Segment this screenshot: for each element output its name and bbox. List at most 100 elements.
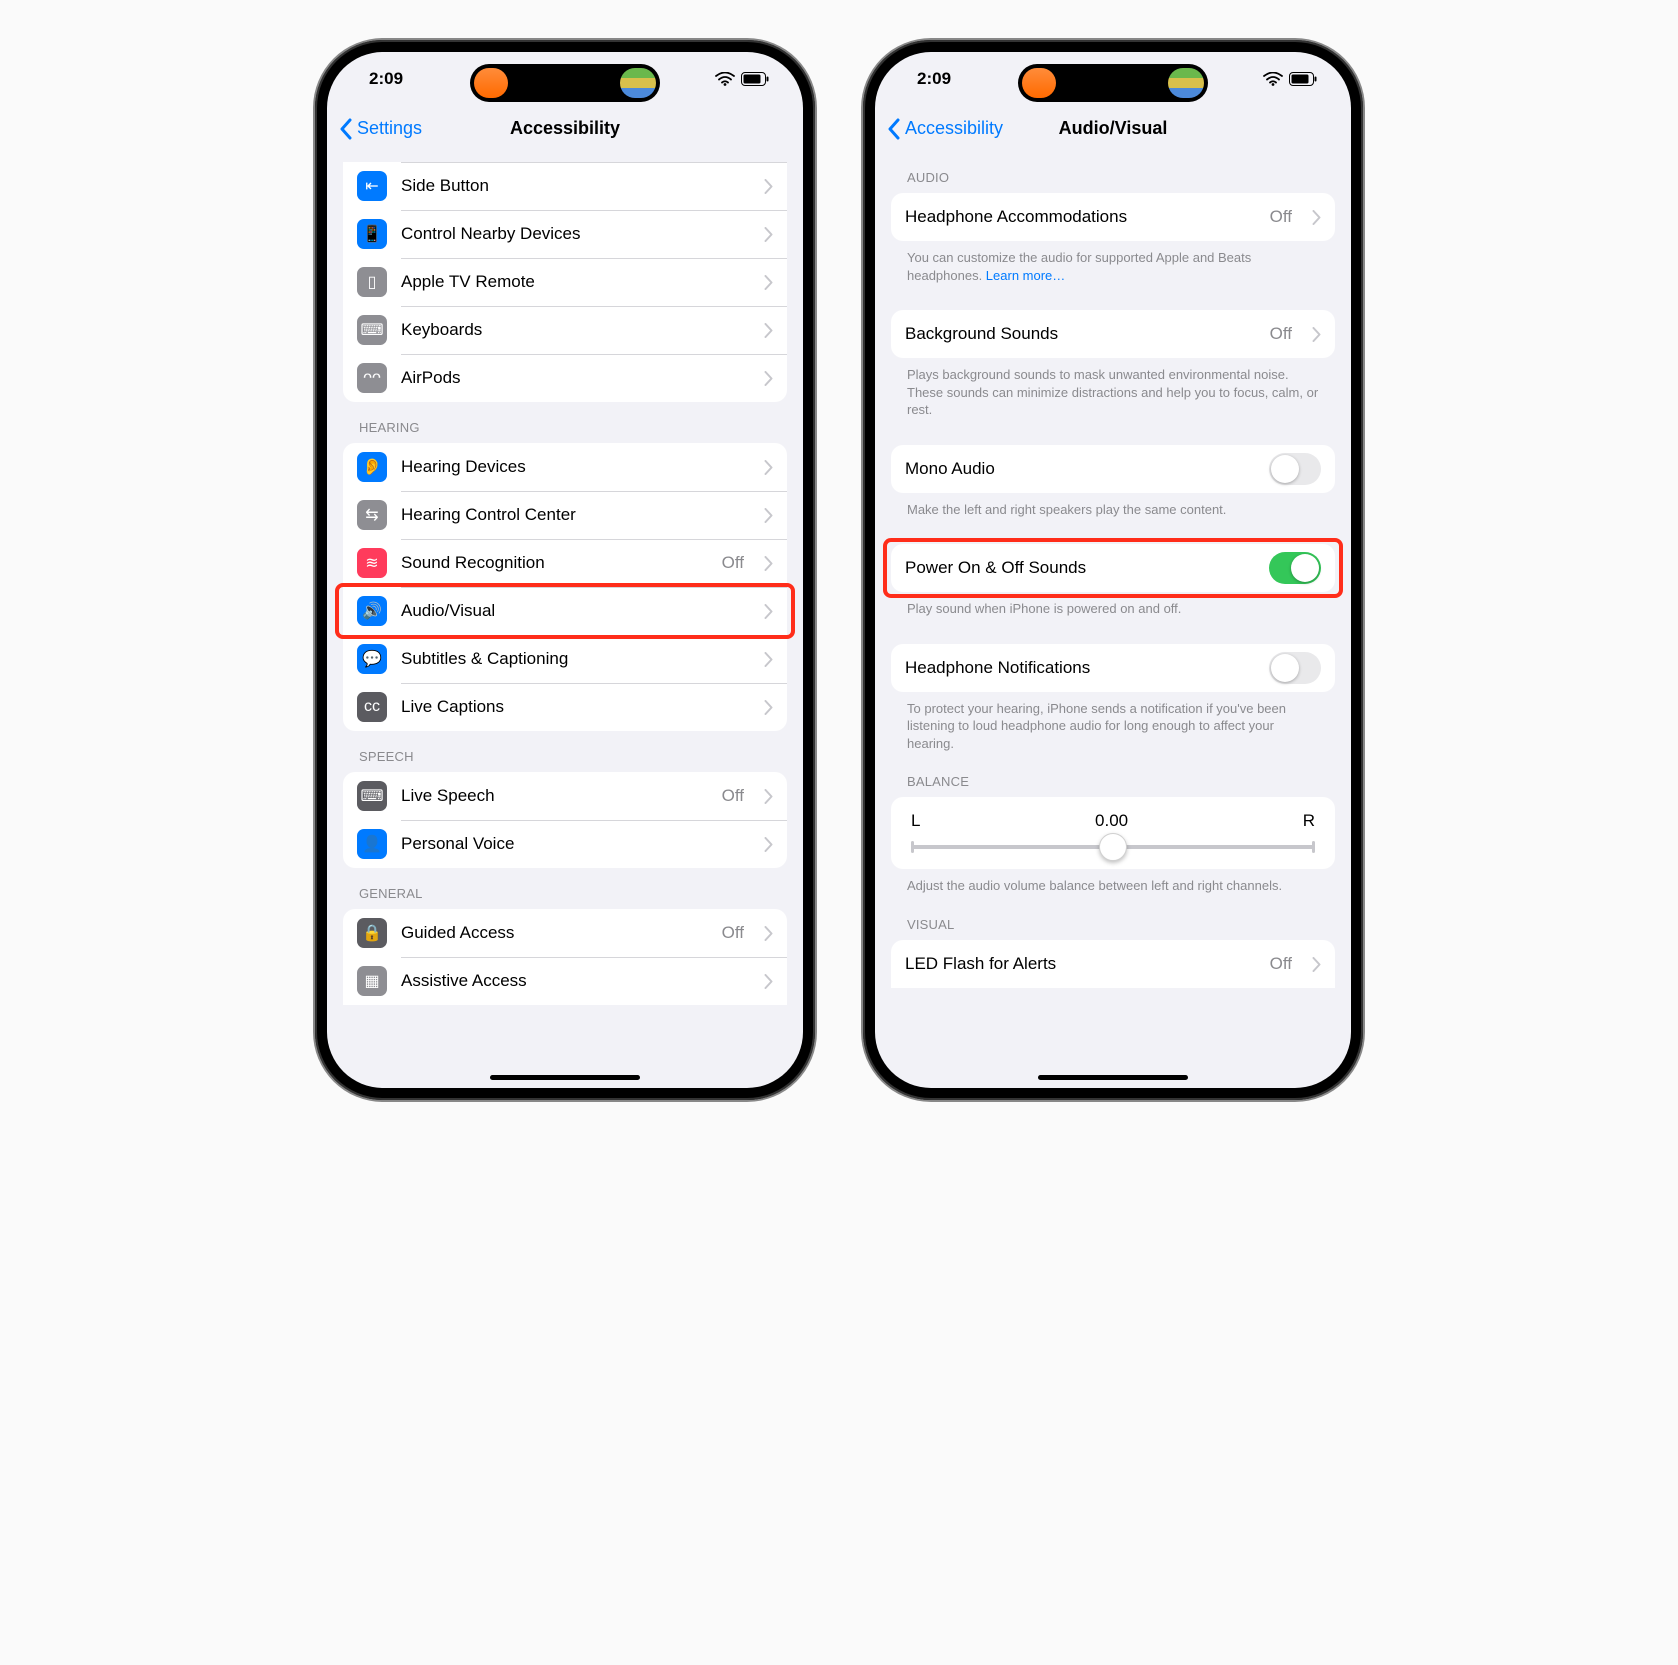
chevron-right-icon xyxy=(764,227,773,242)
chevron-right-icon xyxy=(1312,957,1321,972)
chevron-right-icon xyxy=(764,460,773,475)
phone-right: 2:09 Accessibility Audio/Visual Audio He… xyxy=(863,40,1363,1100)
row-label: Hearing Devices xyxy=(401,457,750,477)
row-label: Subtitles & Captioning xyxy=(401,649,750,669)
row-label: Audio/Visual xyxy=(401,601,750,621)
back-label: Accessibility xyxy=(905,118,1003,139)
chevron-right-icon xyxy=(764,371,773,386)
row-airpods[interactable]: ᴖᴖAirPods xyxy=(343,354,787,402)
row-sound-rec[interactable]: ≋ Sound Recognition Off xyxy=(343,539,787,587)
row-label: Headphone Notifications xyxy=(905,658,1255,678)
row-subtitles[interactable]: 💬 Subtitles & Captioning xyxy=(343,635,787,683)
back-button[interactable]: Settings xyxy=(339,118,422,140)
learn-more-link[interactable]: Learn more… xyxy=(986,268,1065,283)
balance-right-label: R xyxy=(1303,811,1315,831)
back-button[interactable]: Accessibility xyxy=(887,118,1003,140)
row-mono-audio[interactable]: Mono Audio xyxy=(891,445,1335,493)
wave-icon: ≋ xyxy=(357,548,387,578)
row-led-flash[interactable]: LED Flash for Alerts Off xyxy=(891,940,1335,988)
person-voice-icon: 👤 xyxy=(357,829,387,859)
row-hearing-devices[interactable]: 👂Hearing Devices xyxy=(343,443,787,491)
grid-icon: ▦ xyxy=(357,966,387,996)
row-value: Off xyxy=(722,553,744,573)
home-indicator xyxy=(490,1075,640,1080)
chevron-right-icon xyxy=(764,508,773,523)
row-headphone-accommodations[interactable]: Headphone Accommodations Off xyxy=(891,193,1335,241)
status-bar: 2:09 xyxy=(327,52,803,106)
section-header-speech: Speech xyxy=(343,731,787,772)
row-label: Background Sounds xyxy=(905,324,1256,344)
row-live-captions[interactable]: ccLive Captions xyxy=(343,683,787,731)
home-indicator xyxy=(1038,1075,1188,1080)
row-value: Off xyxy=(1270,954,1292,974)
toggle-headphone-notifications[interactable] xyxy=(1269,652,1321,684)
row-live-speech[interactable]: ⌨ Live Speech Off xyxy=(343,772,787,820)
row-label: Apple TV Remote xyxy=(401,272,750,292)
row-background-sounds[interactable]: Background Sounds Off xyxy=(891,310,1335,358)
row-hearing-cc[interactable]: ⇆Hearing Control Center xyxy=(343,491,787,539)
balance-value: 0.00 xyxy=(1095,811,1128,831)
chevron-right-icon xyxy=(764,179,773,194)
section-header-general: General xyxy=(343,868,787,909)
group-speech: ⌨ Live Speech Off 👤Personal Voice xyxy=(343,772,787,868)
row-value: Off xyxy=(1270,207,1292,227)
row-label: AirPods xyxy=(401,368,750,388)
toggle-power-sounds[interactable] xyxy=(1269,552,1321,584)
chevron-left-icon xyxy=(887,118,901,140)
chevron-left-icon xyxy=(339,118,353,140)
wifi-icon xyxy=(715,72,735,86)
row-personal-voice[interactable]: 👤Personal Voice xyxy=(343,820,787,868)
chevron-right-icon xyxy=(764,275,773,290)
row-nearby[interactable]: 📱Control Nearby Devices xyxy=(343,210,787,258)
row-label: Keyboards xyxy=(401,320,750,340)
live-caption-icon: cc xyxy=(357,692,387,722)
switches-icon: ⇆ xyxy=(357,500,387,530)
chevron-right-icon xyxy=(764,652,773,667)
group-physical: ⇤Side Button📱Control Nearby Devices▯Appl… xyxy=(343,162,787,402)
row-value: Off xyxy=(722,923,744,943)
balance-left-label: L xyxy=(911,811,920,831)
chevron-right-icon xyxy=(1312,327,1321,342)
row-value: Off xyxy=(1270,324,1292,344)
row-label: Sound Recognition xyxy=(401,553,708,573)
footer-bg-sounds: Plays background sounds to mask unwanted… xyxy=(891,358,1335,423)
content: Audio Headphone Accommodations Off You c… xyxy=(875,152,1351,1088)
footer-mono-audio: Make the left and right speakers play th… xyxy=(891,493,1335,523)
chevron-right-icon xyxy=(764,604,773,619)
footer-balance: Adjust the audio volume balance between … xyxy=(891,869,1335,899)
row-appletv[interactable]: ▯Apple TV Remote xyxy=(343,258,787,306)
chevron-right-icon xyxy=(764,837,773,852)
chevron-right-icon xyxy=(764,974,773,989)
status-time: 2:09 xyxy=(369,69,403,89)
row-keyboards[interactable]: ⌨Keyboards xyxy=(343,306,787,354)
balance-slider[interactable]: L 0.00 R xyxy=(891,797,1335,869)
section-header-audio: Audio xyxy=(891,152,1335,193)
status-bar: 2:09 xyxy=(875,52,1351,106)
chevron-right-icon xyxy=(764,926,773,941)
battery-icon xyxy=(1289,72,1317,86)
chevron-right-icon xyxy=(764,556,773,571)
row-audio-visual[interactable]: 🔊Audio/Visual xyxy=(343,587,787,635)
row-side-button[interactable]: ⇤Side Button xyxy=(343,162,787,210)
phone-left: 2:09 Settings Accessibility ⇤Side Button… xyxy=(315,40,815,1100)
nearby-icon: 📱 xyxy=(357,219,387,249)
section-header-balance: Balance xyxy=(891,756,1335,797)
row-guided-access[interactable]: 🔒Guided AccessOff xyxy=(343,909,787,957)
section-header-hearing: Hearing xyxy=(343,402,787,443)
row-power-sounds[interactable]: Power On & Off Sounds xyxy=(891,544,1335,592)
chevron-right-icon xyxy=(764,789,773,804)
row-label: Live Speech xyxy=(401,786,708,806)
chevron-right-icon xyxy=(764,323,773,338)
row-headphone-notifications[interactable]: Headphone Notifications xyxy=(891,644,1335,692)
row-value: Off xyxy=(722,786,744,806)
caption-icon: 💬 xyxy=(357,644,387,674)
live-speech-icon: ⌨ xyxy=(357,781,387,811)
side-button-icon: ⇤ xyxy=(357,171,387,201)
footer-power-sounds: Play sound when iPhone is powered on and… xyxy=(891,592,1335,622)
row-label: LED Flash for Alerts xyxy=(905,954,1256,974)
slider-thumb[interactable] xyxy=(1099,833,1127,861)
row-assistive[interactable]: ▦Assistive Access xyxy=(343,957,787,1005)
chevron-right-icon xyxy=(764,700,773,715)
chevron-right-icon xyxy=(1312,210,1321,225)
toggle-mono-audio[interactable] xyxy=(1269,453,1321,485)
